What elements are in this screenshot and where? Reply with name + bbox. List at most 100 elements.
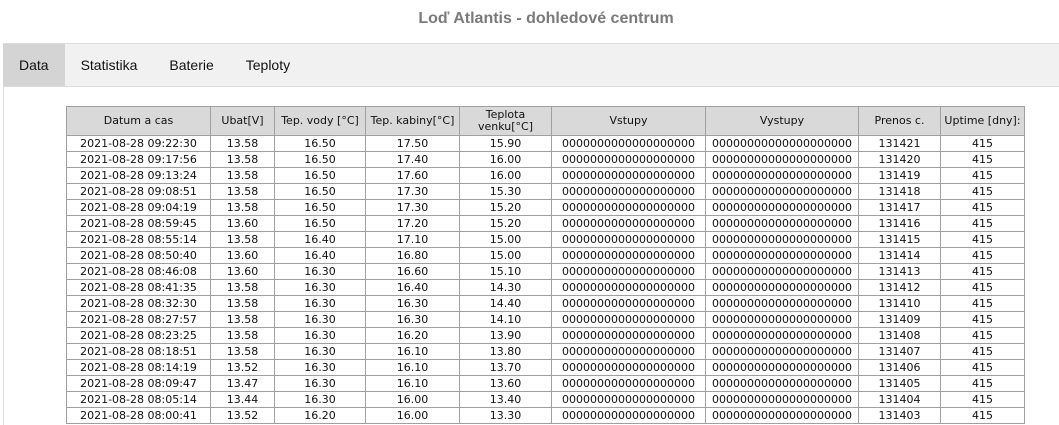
cell-tep-vody: 16.40: [274, 247, 366, 264]
cell-vystupy: 00000000000000000000: [705, 343, 859, 360]
column-header-tep-vody: Tep. vody [°C]: [274, 106, 366, 136]
cell-teplota-venku: 13.80: [459, 343, 552, 360]
table-row: 2021-08-28 08:41:35 13.58 16.30 16.40 14.30 0…: [66, 279, 1025, 296]
cell-prenos: 131416: [858, 215, 941, 232]
cell-datum: 2021-08-28 08:27:57: [66, 311, 211, 328]
cell-prenos: 131406: [858, 359, 941, 376]
cell-vstupy: 0000000000000000000: [551, 231, 706, 248]
cell-datum: 2021-08-28 08:18:51: [66, 343, 211, 360]
tab-statistika[interactable]: Statistika: [65, 44, 154, 86]
cell-datum: 2021-08-28 09:08:51: [66, 183, 211, 200]
cell-ubat: 13.52: [210, 407, 275, 424]
cell-uptime: 415: [940, 135, 1025, 152]
cell-ubat: 13.58: [210, 167, 275, 184]
cell-prenos: 131410: [858, 295, 941, 312]
cell-vstupy: 0000000000000000000: [551, 375, 706, 392]
cell-vstupy: 0000000000000000000: [551, 311, 706, 328]
cell-vystupy: 00000000000000000000: [705, 247, 859, 264]
cell-tep-vody: 16.30: [274, 263, 366, 280]
cell-teplota-venku: 14.30: [459, 279, 552, 296]
cell-ubat: 13.60: [210, 215, 275, 232]
tab-teploty[interactable]: Teploty: [230, 44, 306, 86]
cell-datum: 2021-08-28 08:09:47: [66, 375, 211, 392]
cell-datum: 2021-08-28 08:32:30: [66, 295, 211, 312]
table-row: 2021-08-28 09:08:51 13.58 16.50 17.30 15.30 0…: [66, 183, 1025, 200]
table-row: 2021-08-28 08:46:08 13.60 16.30 16.60 15.10 0…: [66, 263, 1025, 280]
cell-prenos: 131421: [858, 135, 941, 152]
cell-vystupy: 00000000000000000000: [705, 311, 859, 328]
cell-tep-vody: 16.30: [274, 295, 366, 312]
cell-tep-kabiny: 17.50: [365, 135, 460, 152]
cell-teplota-venku: 16.00: [459, 167, 552, 184]
cell-tep-kabiny: 16.00: [365, 407, 460, 424]
cell-ubat: 13.47: [210, 375, 275, 392]
cell-vystupy: 00000000000000000000: [705, 407, 859, 424]
table-row: 2021-08-28 08:59:45 13.60 16.50 17.20 15.20 0…: [66, 215, 1025, 232]
cell-vystupy: 00000000000000000000: [705, 327, 859, 344]
cell-tep-kabiny: 16.00: [365, 391, 460, 408]
table-header-row: Datum a cas Ubat[V] Tep. vody [°C] Tep. …: [66, 106, 1025, 136]
cell-vystupy: 00000000000000000000: [705, 231, 859, 248]
table-row: 2021-08-28 08:09:47 13.47 16.30 16.10 13.60 0…: [66, 375, 1025, 392]
cell-vstupy: 0000000000000000000: [551, 167, 706, 184]
table-row: 2021-08-28 08:23:25 13.58 16.30 16.20 13.90 0…: [66, 327, 1025, 344]
column-header-vstupy: Vstupy: [551, 106, 706, 136]
cell-tep-kabiny: 16.10: [365, 343, 460, 360]
cell-ubat: 13.58: [210, 343, 275, 360]
table-row: 2021-08-28 08:27:57 13.58 16.30 16.30 14.10 0…: [66, 311, 1025, 328]
cell-prenos: 131417: [858, 199, 941, 216]
cell-vstupy: 0000000000000000000: [551, 135, 706, 152]
cell-datum: 2021-08-28 09:13:24: [66, 167, 211, 184]
tab-data[interactable]: Data: [3, 44, 65, 86]
cell-tep-vody: 16.50: [274, 215, 366, 232]
cell-prenos: 131407: [858, 343, 941, 360]
cell-ubat: 13.52: [210, 359, 275, 376]
cell-teplota-venku: 15.90: [459, 135, 552, 152]
cell-tep-vody: 16.50: [274, 135, 366, 152]
table-row: 2021-08-28 08:00:41 13.52 16.20 16.00 13.30 0…: [66, 407, 1025, 424]
cell-datum: 2021-08-28 08:59:45: [66, 215, 211, 232]
cell-vstupy: 0000000000000000000: [551, 199, 706, 216]
cell-teplota-venku: 13.60: [459, 375, 552, 392]
cell-tep-vody: 16.50: [274, 167, 366, 184]
cell-datum: 2021-08-28 08:50:40: [66, 247, 211, 264]
page: Loď Atlantis - dohledové centrum Data St…: [0, 0, 1059, 425]
cell-uptime: 415: [940, 375, 1025, 392]
cell-tep-vody: 16.50: [274, 183, 366, 200]
cell-ubat: 13.58: [210, 295, 275, 312]
cell-tep-kabiny: 16.10: [365, 359, 460, 376]
tab-baterie[interactable]: Baterie: [153, 44, 229, 86]
cell-vystupy: 00000000000000000000: [705, 375, 859, 392]
table-row: 2021-08-28 09:04:19 13.58 16.50 17.30 15.20 0…: [66, 199, 1025, 216]
cell-prenos: 131415: [858, 231, 941, 248]
cell-datum: 2021-08-28 09:17:56: [66, 151, 211, 168]
cell-teplota-venku: 13.30: [459, 407, 552, 424]
cell-prenos: 131418: [858, 183, 941, 200]
cell-ubat: 13.58: [210, 231, 275, 248]
cell-teplota-venku: 14.40: [459, 295, 552, 312]
cell-ubat: 13.58: [210, 183, 275, 200]
cell-vystupy: 00000000000000000000: [705, 183, 859, 200]
cell-ubat: 13.58: [210, 279, 275, 296]
cell-ubat: 13.58: [210, 135, 275, 152]
cell-uptime: 415: [940, 311, 1025, 328]
cell-tep-kabiny: 16.60: [365, 263, 460, 280]
cell-teplota-venku: 15.10: [459, 263, 552, 280]
cell-datum: 2021-08-28 09:22:30: [66, 135, 211, 152]
cell-vstupy: 0000000000000000000: [551, 295, 706, 312]
cell-uptime: 415: [940, 391, 1025, 408]
cell-vstupy: 0000000000000000000: [551, 343, 706, 360]
cell-prenos: 131408: [858, 327, 941, 344]
table-row: 2021-08-28 09:17:56 13.58 16.50 17.40 16.00 0…: [66, 151, 1025, 168]
cell-datum: 2021-08-28 08:41:35: [66, 279, 211, 296]
cell-vstupy: 0000000000000000000: [551, 215, 706, 232]
cell-teplota-venku: 13.70: [459, 359, 552, 376]
cell-uptime: 415: [940, 183, 1025, 200]
cell-vstupy: 0000000000000000000: [551, 279, 706, 296]
cell-datum: 2021-08-28 08:55:14: [66, 231, 211, 248]
column-header-vystupy: Vystupy: [705, 106, 859, 136]
table-body: 2021-08-28 09:22:30 13.58 16.50 17.50 15.90 0…: [66, 135, 1025, 424]
cell-tep-vody: 16.50: [274, 199, 366, 216]
cell-vstupy: 0000000000000000000: [551, 183, 706, 200]
cell-tep-kabiny: 17.60: [365, 167, 460, 184]
